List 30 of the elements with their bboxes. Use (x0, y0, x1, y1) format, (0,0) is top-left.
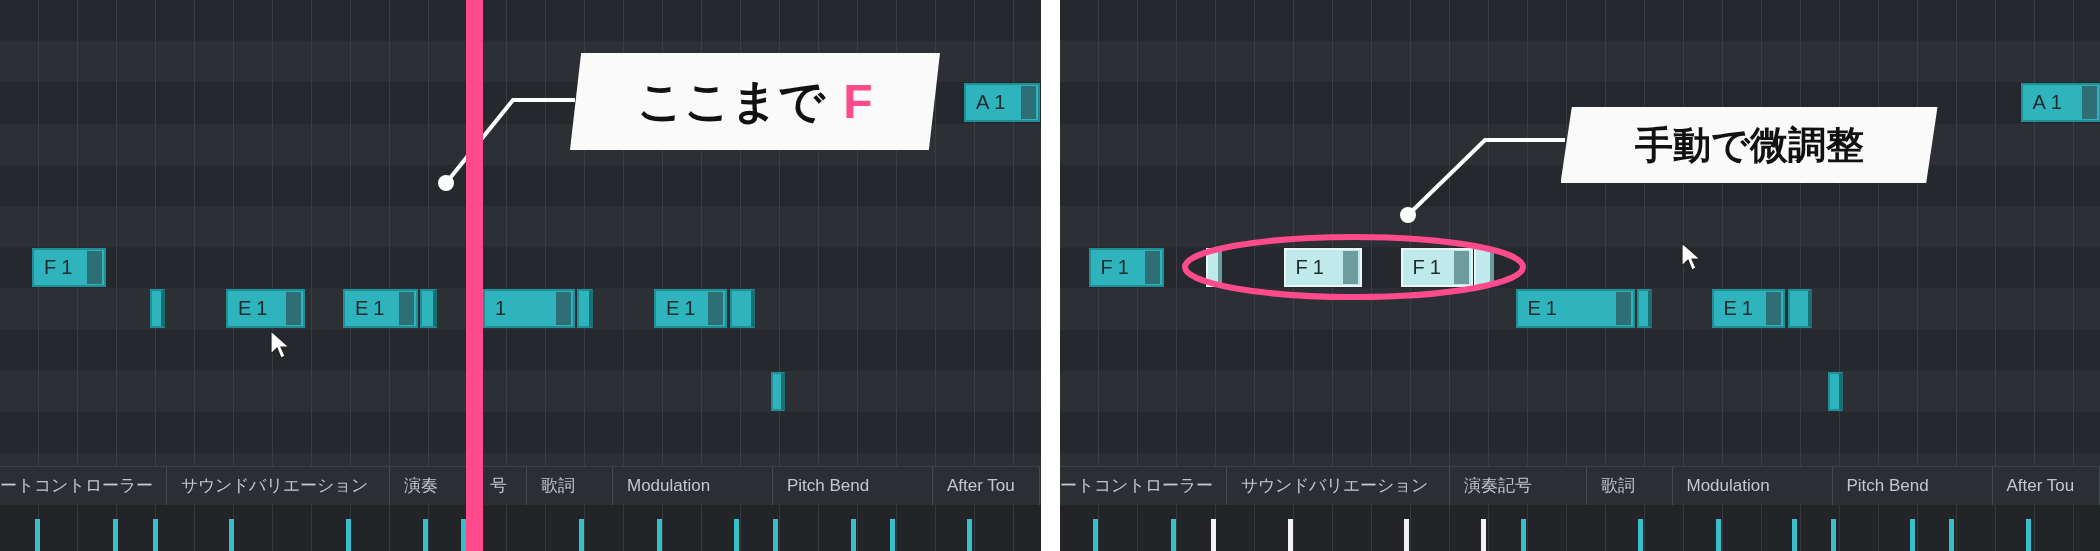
cursor-icon (1680, 242, 1701, 272)
note[interactable]: A1 (2020, 83, 2100, 123)
velocity-bar[interactable] (1909, 519, 1915, 551)
note[interactable]: F1 (32, 248, 106, 288)
velocity-bar[interactable] (1092, 519, 1098, 551)
velocity-bar[interactable] (1520, 519, 1526, 551)
note[interactable]: F1 (1283, 248, 1362, 288)
note[interactable]: E1 (1711, 289, 1785, 329)
note[interactable]: E1 (654, 289, 727, 329)
velocity-bar[interactable] (1715, 519, 1721, 551)
velocity-bar[interactable] (1480, 519, 1486, 551)
velocity-bar[interactable] (1791, 519, 1797, 551)
velocity-bar[interactable] (1170, 519, 1176, 551)
note[interactable]: A1 (964, 83, 1040, 123)
note[interactable]: F1 (1088, 248, 1164, 288)
note[interactable]: E1 (226, 289, 305, 329)
note[interactable]: F1 (1400, 248, 1473, 288)
velocity-bar[interactable] (1830, 519, 1836, 551)
velocity-bar[interactable] (1637, 519, 1643, 551)
callout-label: 手動で微調整 (1560, 107, 1938, 183)
velocity-bar[interactable] (1210, 519, 1216, 551)
note[interactable]: E1 (343, 289, 418, 329)
cursor-icon (270, 330, 290, 360)
velocity-bar[interactable] (2025, 519, 2031, 551)
callout-label: ここまで F (570, 53, 940, 150)
note[interactable]: E1 (1515, 289, 1635, 329)
velocity-bar[interactable] (1948, 519, 1954, 551)
note[interactable]: 1 (483, 289, 575, 329)
velocity-bar[interactable] (1287, 519, 1293, 551)
velocity-bar[interactable] (1403, 519, 1409, 551)
